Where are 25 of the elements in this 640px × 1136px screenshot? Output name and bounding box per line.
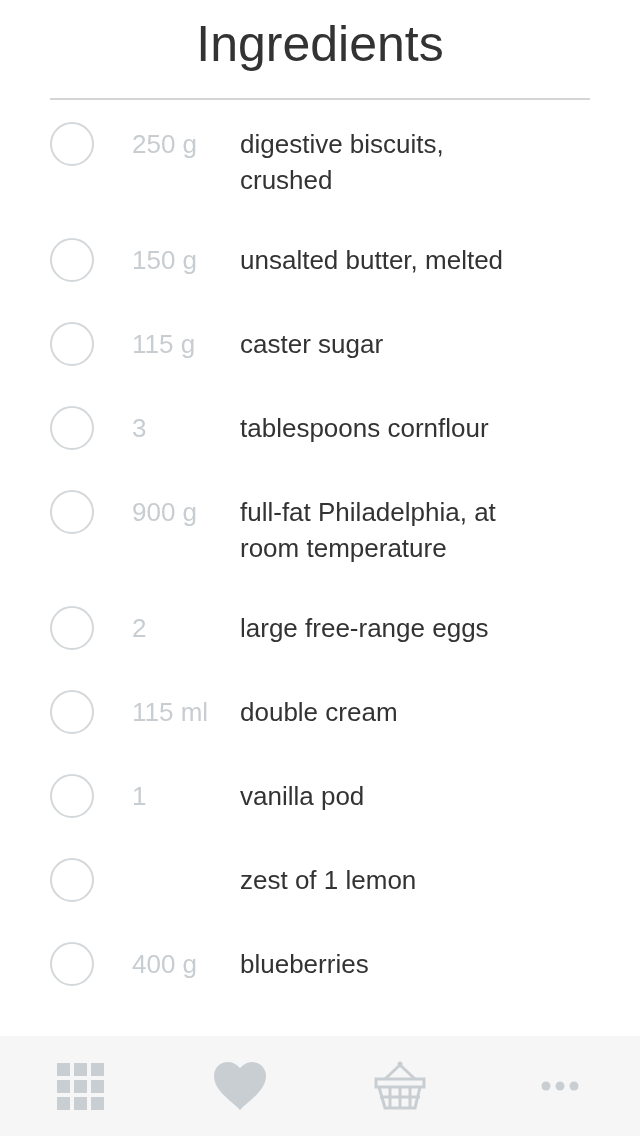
ingredient-name: digestive biscuits, crushed — [240, 128, 445, 197]
ingredient-name: caster sugar — [240, 328, 385, 361]
ingredient-checkbox[interactable] — [50, 606, 94, 650]
grid-icon — [56, 1062, 104, 1110]
ingredient-name: tablespoons cornflour — [240, 412, 490, 445]
ingredient-checkbox[interactable] — [50, 322, 94, 366]
ingredient-checkbox[interactable] — [50, 238, 94, 282]
ingredient-name: vanilla pod — [240, 780, 366, 813]
ingredient-name: large free-range eggs — [240, 612, 490, 645]
ingredient-checkbox[interactable] — [50, 774, 94, 818]
ingredient-name: double cream — [240, 696, 399, 729]
heart-icon — [214, 1062, 266, 1110]
ingredient-checkbox[interactable] — [50, 942, 94, 986]
ingredient-name: zest of 1 lemon — [240, 864, 418, 897]
ingredient-name: full-fat Philadelphia, at room temperature — [240, 496, 497, 565]
ingredient-name: unsalted butter, melted — [240, 244, 505, 277]
ingredient-checkbox[interactable] — [50, 858, 94, 902]
more-icon — [541, 1081, 579, 1091]
ingredient-checkbox[interactable] — [50, 122, 94, 166]
basket-icon — [374, 1061, 426, 1111]
ingredient-checkbox[interactable] — [50, 690, 94, 734]
ingredient-checkbox[interactable] — [50, 406, 94, 450]
ingredient-checkbox[interactable] — [50, 490, 94, 534]
page-title: Ingredients — [196, 19, 444, 69]
ingredient-name: blueberries — [240, 948, 370, 981]
